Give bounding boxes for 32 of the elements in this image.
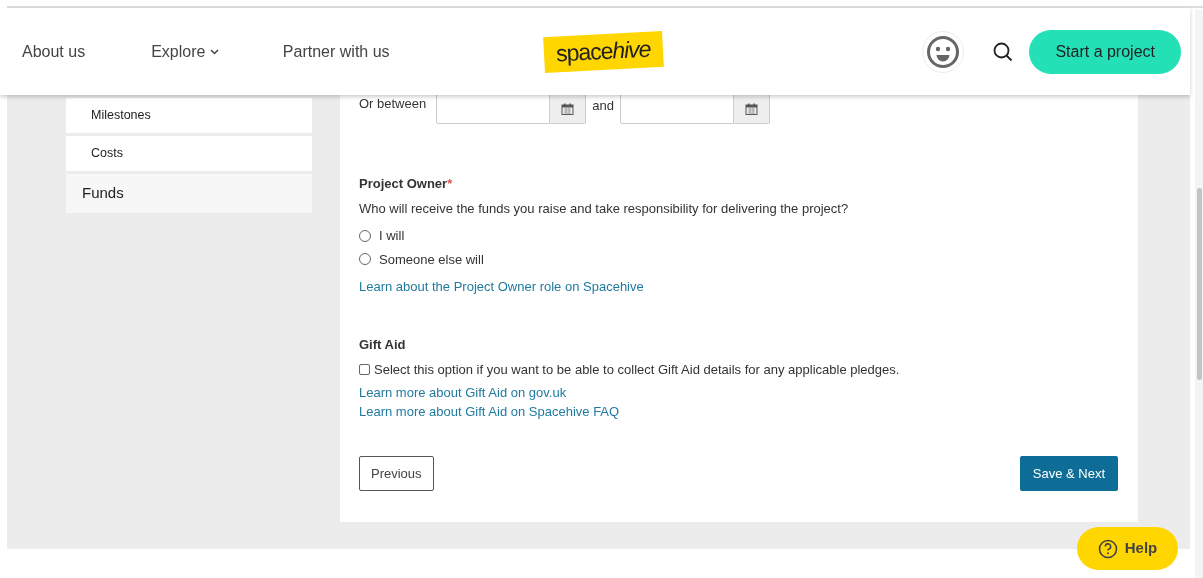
calendar-icon: [744, 103, 758, 115]
section-title: Project Owner: [359, 176, 448, 191]
nav-link[interactable]: About us: [22, 39, 86, 64]
required-asterisk: *: [447, 176, 453, 191]
calendar-icon: [561, 103, 575, 115]
date-range-joiner: and: [592, 97, 614, 115]
date-field[interactable]: [436, 94, 551, 124]
section-title: Gift Aid: [359, 335, 407, 354]
sidebar-item[interactable]: Milestones: [66, 98, 312, 133]
link[interactable]: Learn more about Gift Aid on Spacehive FAQ: [359, 402, 620, 422]
help-button[interactable]: Help: [1077, 527, 1178, 570]
search-icon[interactable]: [993, 41, 1014, 62]
scrollbar-thumb[interactable]: [1197, 188, 1202, 380]
previous-button[interactable]: Previous: [359, 455, 434, 491]
date-field[interactable]: [619, 94, 734, 124]
save-next-button[interactable]: Save & Next: [1019, 455, 1118, 491]
radio-option[interactable]: I will: [359, 226, 405, 246]
question-text: Who will receive the funds you raise and take responsibility for delivering the project?: [359, 199, 850, 218]
logo[interactable]: spacehive: [542, 30, 663, 73]
calendar-button[interactable]: [550, 94, 587, 124]
start-project-button[interactable]: Start a project: [1029, 29, 1181, 74]
help-icon: [1097, 538, 1118, 559]
sidebar-item[interactable]: Costs: [66, 136, 312, 171]
link[interactable]: Learn about the Project Owner role on Spacehive: [359, 277, 644, 297]
smiley-icon: [926, 34, 961, 69]
nav-link[interactable]: Partner with us: [282, 39, 390, 64]
chevron-down-icon: [209, 49, 219, 56]
nav-link[interactable]: Explore: [151, 39, 219, 64]
date-range-label: Or between: [359, 95, 427, 113]
link[interactable]: Learn more about Gift Aid on gov.uk: [359, 382, 567, 402]
gift-aid-checkbox[interactable]: Select this option if you want to be able to collect Gift Aid details for any applicable pledges.: [359, 360, 900, 380]
radio-option[interactable]: Someone else will: [359, 249, 484, 269]
